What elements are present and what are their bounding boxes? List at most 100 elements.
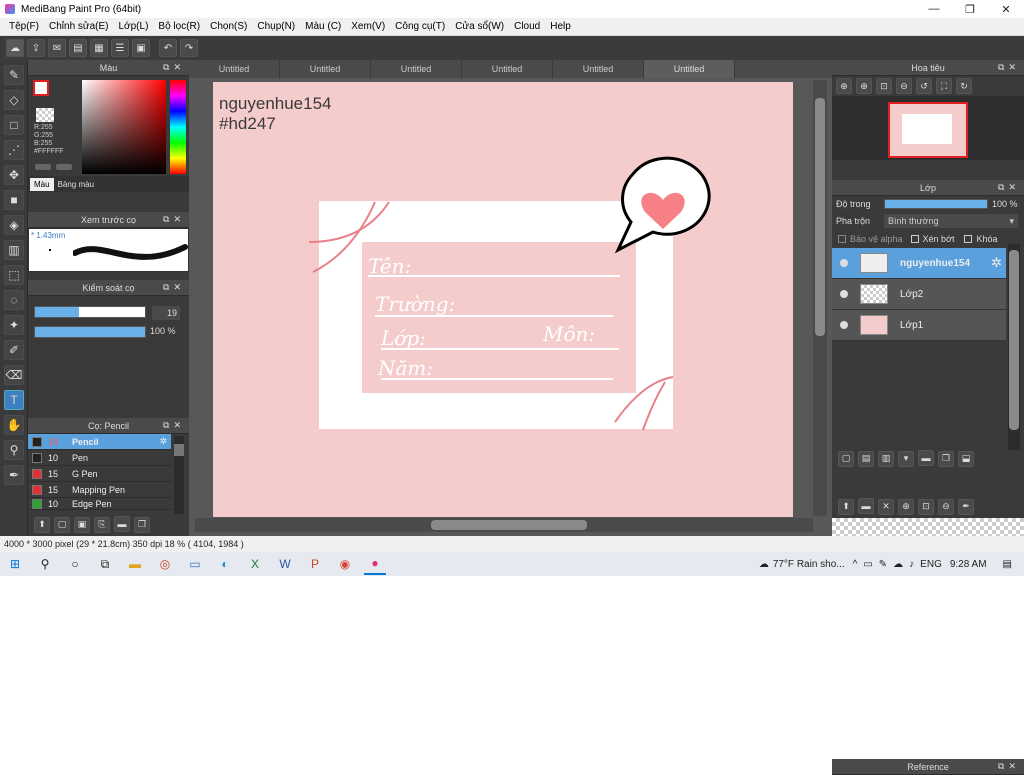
tab-untitled-3[interactable]: Untitled	[371, 60, 462, 78]
folder-icon[interactable]: ▬	[114, 516, 130, 532]
fill-rect-tool-icon[interactable]: ■	[4, 190, 24, 210]
zoom-fit-icon[interactable]: ⊕	[856, 78, 872, 94]
brush-tool-icon[interactable]: ✎	[4, 65, 24, 85]
clock[interactable]: 9:28 AM	[950, 559, 987, 570]
color-saturation-picker[interactable]	[82, 80, 166, 174]
notification-icon[interactable]: ▤	[1003, 559, 1012, 570]
menu-filter[interactable]: Bộ lọc(R)	[158, 21, 200, 32]
hue-slider[interactable]	[170, 80, 186, 174]
panel-controls-icon[interactable]: ⧉✕	[163, 214, 185, 225]
layer-blend-select[interactable]: Bình thường ▾	[884, 214, 1018, 228]
layer-item[interactable]: Lớp2	[832, 279, 1006, 310]
list-item[interactable]: 10 Pen	[28, 450, 171, 466]
new-layer-icon[interactable]: ▢	[838, 450, 854, 467]
panel-controls-icon[interactable]: ⧉✕	[163, 62, 185, 73]
powerpoint-icon[interactable]: P	[304, 553, 326, 575]
menu-view[interactable]: Xem(V)	[351, 21, 385, 32]
pen-icon[interactable]: ✎	[879, 559, 887, 570]
language-indicator[interactable]: ENG	[920, 559, 942, 570]
app-icon-red[interactable]: ◎	[154, 553, 176, 575]
bucket-tool-icon[interactable]: ◈	[4, 215, 24, 235]
eye-icon[interactable]	[840, 290, 848, 298]
document-icon[interactable]: ▦	[90, 39, 108, 57]
clip-checkbox[interactable]	[910, 235, 919, 243]
start-icon[interactable]: ⊞	[4, 553, 26, 575]
layer-item[interactable]: Lớp1	[832, 310, 1006, 341]
brush-size-slider[interactable]	[34, 306, 146, 318]
duplicate-icon[interactable]: ❐	[134, 516, 150, 533]
tab-untitled-5[interactable]: Untitled	[553, 60, 644, 78]
brush-size-value[interactable]: 19	[152, 306, 180, 320]
menu-layer[interactable]: Lớp(L)	[119, 21, 149, 32]
minimize-button[interactable]: —	[916, 0, 952, 18]
menu-tools[interactable]: Công cụ(T)	[395, 21, 445, 32]
lock-checkbox[interactable]	[964, 235, 973, 243]
color-mode-button-2[interactable]	[56, 164, 72, 170]
maximize-button[interactable]: ❐	[952, 0, 988, 18]
comment-icon[interactable]: ✉	[48, 39, 66, 57]
list-item[interactable]: 15 Mapping Pen	[28, 482, 171, 498]
transparent-swatch[interactable]	[36, 108, 54, 122]
menu-edit[interactable]: Chỉnh sửa(E)	[49, 21, 109, 32]
rotate-right-icon[interactable]: ↻	[956, 78, 972, 94]
zoom-out-icon[interactable]: ⊖	[896, 78, 912, 94]
gradient-tool-icon[interactable]: ▥	[4, 240, 24, 260]
close-button[interactable]: ✕	[988, 0, 1024, 18]
canvas-horizontal-scrollbar[interactable]	[195, 518, 813, 532]
menu-select[interactable]: Chọn(S)	[210, 21, 247, 32]
rectangle-tool-icon[interactable]: □	[4, 115, 24, 135]
select-pen-tool-icon[interactable]: ✐	[4, 340, 24, 360]
weather-text[interactable]: 77°F Rain sho...	[773, 559, 845, 570]
new-8bit-layer-icon[interactable]: ▥	[878, 450, 894, 467]
edge-icon[interactable]: ◐	[214, 553, 236, 575]
text-tool-icon[interactable]: T	[4, 390, 24, 410]
folder-open-icon[interactable]: ▬	[858, 498, 874, 514]
tab-untitled-4[interactable]: Untitled	[462, 60, 553, 78]
add-brush-icon[interactable]: ▣	[74, 516, 90, 533]
fullscreen-icon[interactable]: ⛶	[936, 78, 952, 94]
brush-opacity-slider[interactable]	[34, 326, 146, 338]
eye-icon[interactable]	[840, 321, 848, 329]
eraser-tool-icon[interactable]: ◇	[4, 90, 24, 110]
new-brush-icon[interactable]: ▢	[54, 516, 70, 533]
merge-layer-icon[interactable]: ⬓	[958, 450, 974, 467]
document-canvas[interactable]: nguyenhue154 #hd247 Tên: Trường: Lớp: Mô…	[213, 82, 793, 517]
panel-controls-icon[interactable]: ⧉✕	[163, 420, 185, 431]
list-item[interactable]: 19 Pencil ✲	[28, 434, 171, 450]
hand-tool-icon[interactable]: ✋	[4, 415, 24, 435]
tab-color[interactable]: Màu	[30, 177, 54, 191]
tab-untitled-1[interactable]: Untitled	[189, 60, 280, 78]
menu-help[interactable]: Help	[550, 21, 571, 32]
search-icon[interactable]: ⚲	[34, 553, 56, 575]
task-view-icon[interactable]: ⧉	[94, 553, 116, 575]
canvas-vertical-scrollbar[interactable]	[813, 80, 827, 516]
tab-untitled-2[interactable]: Untitled	[280, 60, 371, 78]
cortana-icon[interactable]: ○	[64, 553, 86, 575]
menu-snap[interactable]: Chụp(N)	[257, 21, 295, 32]
color-mode-button[interactable]	[35, 164, 51, 170]
select-eraser-tool-icon[interactable]: ⌫	[4, 365, 24, 385]
zoom-in-icon[interactable]: ⊕	[836, 78, 852, 94]
layer-item[interactable]: nguyenhue154 ✲	[832, 248, 1006, 279]
cloud-tray-icon[interactable]: ☁	[893, 559, 903, 570]
list-item[interactable]: 15 G Pen	[28, 466, 171, 482]
layer-list-scrollbar[interactable]	[1008, 244, 1020, 450]
medibang-icon[interactable]: ●	[364, 553, 386, 575]
undo-button[interactable]: ↶	[159, 39, 177, 57]
volume-icon[interactable]: ♪	[909, 559, 914, 570]
board-icon[interactable]: ▤	[69, 39, 87, 57]
zoom-in-icon[interactable]: ⊕	[898, 498, 914, 515]
eye-icon[interactable]	[840, 259, 848, 267]
magic-wand-tool-icon[interactable]: ✦	[4, 315, 24, 335]
monitor-icon[interactable]: ▭	[184, 553, 206, 575]
fit-icon[interactable]: ⊡	[876, 78, 892, 94]
panel-controls-icon[interactable]: ⧉✕	[998, 182, 1020, 193]
chevron-up-icon[interactable]: ^	[853, 559, 858, 570]
list-item[interactable]: 10 Edge Pen	[28, 498, 171, 510]
move-tool-icon[interactable]: ✥	[4, 165, 24, 185]
network-icon[interactable]: ▭	[863, 559, 872, 570]
protect-alpha-checkbox[interactable]	[838, 235, 846, 243]
menu-color[interactable]: Màu (C)	[305, 21, 341, 32]
chrome-icon[interactable]: ◉	[334, 553, 356, 575]
gear-icon[interactable]: ✲	[159, 436, 167, 447]
